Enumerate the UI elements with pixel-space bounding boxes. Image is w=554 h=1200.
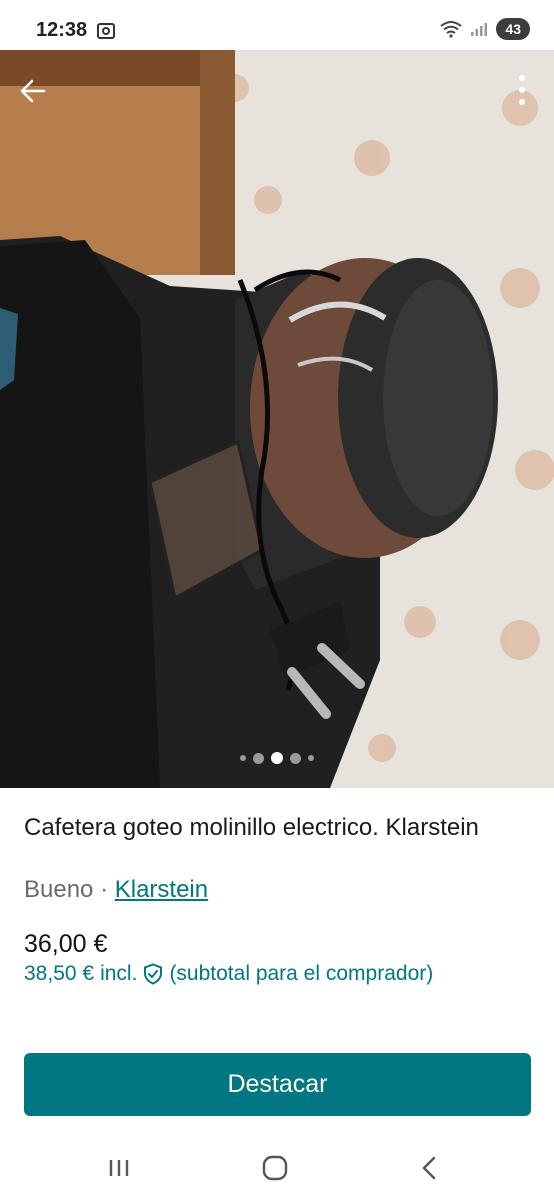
condition-label: Bueno	[24, 876, 94, 903]
back-nav-icon[interactable]	[413, 1153, 447, 1183]
gallery-dot-active[interactable]	[271, 752, 283, 764]
gallery-dot[interactable]	[308, 755, 314, 761]
system-nav-bar	[0, 1135, 554, 1200]
wifi-icon	[440, 21, 463, 38]
product-image	[0, 50, 554, 788]
shield-check-icon	[144, 963, 163, 985]
signal-icon	[471, 23, 488, 36]
meta-separator: ·	[93, 876, 115, 903]
gallery-dot[interactable]	[253, 752, 264, 764]
gallery-dot[interactable]	[290, 752, 301, 764]
gallery-pagination	[0, 752, 554, 764]
brand-link[interactable]: Klarstein	[115, 876, 208, 903]
back-arrow-icon[interactable]	[14, 72, 52, 110]
product-photo[interactable]	[0, 50, 554, 788]
listing-title: Cafetera goteo molinillo electrico. Klar…	[24, 814, 479, 841]
status-bar: 12:38 43	[0, 0, 554, 50]
status-time: 12:38	[36, 19, 88, 41]
promote-button[interactable]: Destacar	[24, 1053, 531, 1116]
listing-price: 36,00 €	[24, 930, 108, 958]
home-icon[interactable]	[258, 1153, 292, 1183]
buyer-incl-label: incl.	[100, 962, 138, 985]
buyer-price-row[interactable]: 38,50 € incl. (subtotal para el comprado…	[24, 962, 433, 986]
gallery-dot[interactable]	[240, 755, 246, 761]
battery-indicator: 43	[496, 18, 530, 40]
screenshot-icon	[97, 23, 115, 39]
listing-meta: Bueno · Klarstein	[24, 876, 208, 904]
buyer-price: 38,50 €	[24, 962, 95, 985]
recent-apps-icon[interactable]	[102, 1153, 136, 1183]
buyer-subtotal-note: (subtotal para el comprador)	[169, 962, 434, 985]
more-options-icon[interactable]	[510, 70, 534, 110]
status-icons: 43	[440, 18, 530, 40]
